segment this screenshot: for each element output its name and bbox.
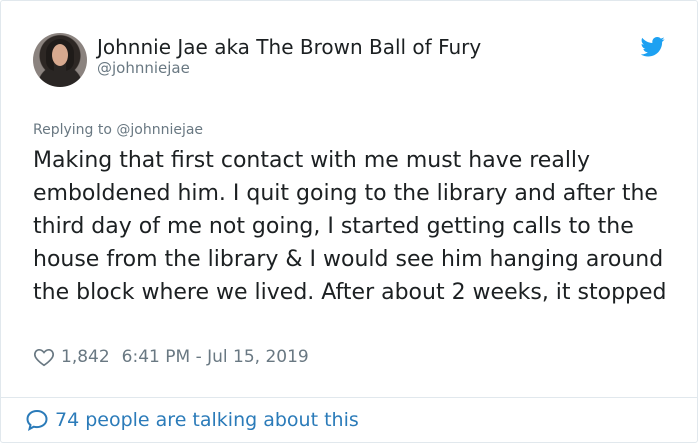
- tweet-text: Making that first contact with me must h…: [33, 148, 667, 305]
- conversation-text[interactable]: 74 people are talking about this: [55, 409, 359, 431]
- heart-icon[interactable]: [33, 346, 55, 368]
- twitter-bird-icon[interactable]: [641, 37, 665, 57]
- timestamp[interactable]: 6:41 PM - Jul 15, 2019: [122, 347, 309, 367]
- tweet-header: Johnnie Jae aka The Brown Ball of Fury @…: [33, 33, 667, 87]
- tweet-card[interactable]: Johnnie Jae aka The Brown Ball of Fury @…: [0, 0, 698, 443]
- like-count[interactable]: 1,842: [61, 347, 110, 367]
- author-handle[interactable]: @johnniejae: [97, 59, 481, 78]
- author-name[interactable]: Johnnie Jae aka The Brown Ball of Fury: [97, 35, 481, 59]
- avatar[interactable]: [33, 33, 87, 87]
- author-block[interactable]: Johnnie Jae aka The Brown Ball of Fury @…: [97, 35, 481, 78]
- replying-to[interactable]: Replying to @johnniejae: [33, 121, 203, 139]
- speech-bubble-icon: [26, 409, 48, 431]
- tweet-meta: 1,842 6:41 PM - Jul 15, 2019: [33, 345, 309, 369]
- footer-divider: [1, 397, 697, 398]
- conversation-link[interactable]: 74 people are talking about this: [25, 405, 359, 435]
- avatar-face-shape: [52, 44, 68, 66]
